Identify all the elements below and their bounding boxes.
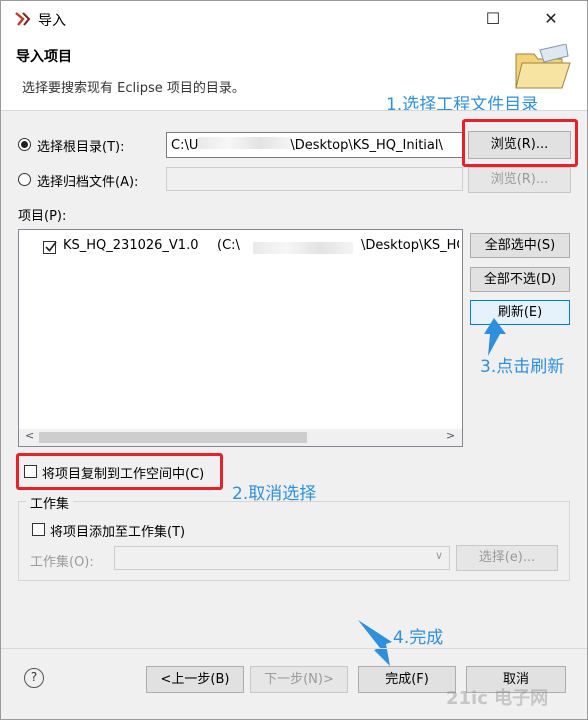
root-dir-label: 选择根目录(T): (37, 140, 125, 155)
maximize-icon: ☐ (485, 9, 501, 28)
root-dir-input[interactable]: C:\U \Desktop\KS_HQ_Initial\ (166, 132, 463, 158)
select-all-button[interactable]: 全部选中(S) (470, 233, 570, 258)
root-dir-path-start: C:\U (171, 138, 199, 153)
help-icon[interactable]: ? (24, 668, 44, 688)
root-dir-path-end: \Desktop\KS_HQ_Initial\ (290, 138, 443, 153)
project-path-start: (C:\ (217, 238, 240, 253)
working-set-title: 工作集 (26, 493, 74, 512)
next-button[interactable]: 下一步(N)> (250, 666, 348, 693)
working-set-select[interactable]: ∨ (114, 546, 450, 570)
working-set-field-label: 工作集(O): (30, 555, 94, 570)
checkmark-icon (45, 241, 57, 252)
annotation-arrow-finish (356, 618, 396, 668)
horizontal-scrollbar[interactable]: < > (19, 429, 462, 446)
project-path-end: \Desktop\KS_HQ (361, 238, 459, 253)
page-description: 选择要搜索现有 Eclipse 项目的目录。 (22, 81, 245, 96)
add-to-working-set-label: 将项目添加至工作集(T) (50, 525, 186, 540)
page-title: 导入项目 (16, 49, 72, 65)
highlight-browse (462, 119, 578, 167)
annotation-step4: 4.完成 (393, 628, 444, 648)
scroll-right-icon[interactable]: > (446, 429, 455, 442)
footer-separator (0, 648, 588, 649)
chevron-down-icon: ∨ (434, 549, 443, 562)
folder-icon (510, 43, 572, 94)
working-set-select-button[interactable]: 选择(e)... (456, 545, 558, 571)
project-name: KS_HQ_231026_V1.0 (63, 238, 199, 253)
deselect-all-button[interactable]: 全部不选(D) (470, 267, 570, 292)
highlight-copy-option (16, 453, 223, 490)
annotation-step3: 3.点击刷新 (480, 357, 565, 377)
redacted-path (198, 137, 291, 149)
close-icon: ✕ (544, 9, 558, 28)
list-item[interactable]: KS_HQ_231026_V1.0 (C:\ \Desktop\KS_HQ (43, 238, 459, 258)
scrollbar-thumb[interactable] (39, 432, 307, 443)
browse-archive-button[interactable]: 浏览(R)... (468, 167, 571, 193)
maximize-button[interactable]: ☐ (470, 0, 516, 38)
add-to-working-set-checkbox[interactable] (32, 523, 45, 536)
root-dir-radio[interactable] (18, 138, 31, 151)
eclipse-import-icon (14, 10, 32, 28)
projects-label: 项目(P): (18, 209, 67, 224)
archive-label: 选择归档文件(A): (37, 175, 139, 190)
window-title: 导入 (38, 13, 66, 29)
archive-input[interactable] (166, 167, 463, 191)
project-checkbox[interactable] (43, 241, 57, 254)
close-button[interactable]: ✕ (528, 0, 574, 38)
watermark: 21ic 电子网 (446, 688, 549, 709)
scroll-left-icon[interactable]: < (25, 429, 34, 442)
projects-list[interactable]: KS_HQ_231026_V1.0 (C:\ \Desktop\KS_HQ < … (18, 229, 463, 447)
archive-radio[interactable] (18, 173, 31, 186)
finish-button[interactable]: 完成(F) (358, 666, 456, 693)
back-button[interactable]: <上一步(B) (146, 666, 244, 693)
redacted-path (253, 242, 353, 254)
